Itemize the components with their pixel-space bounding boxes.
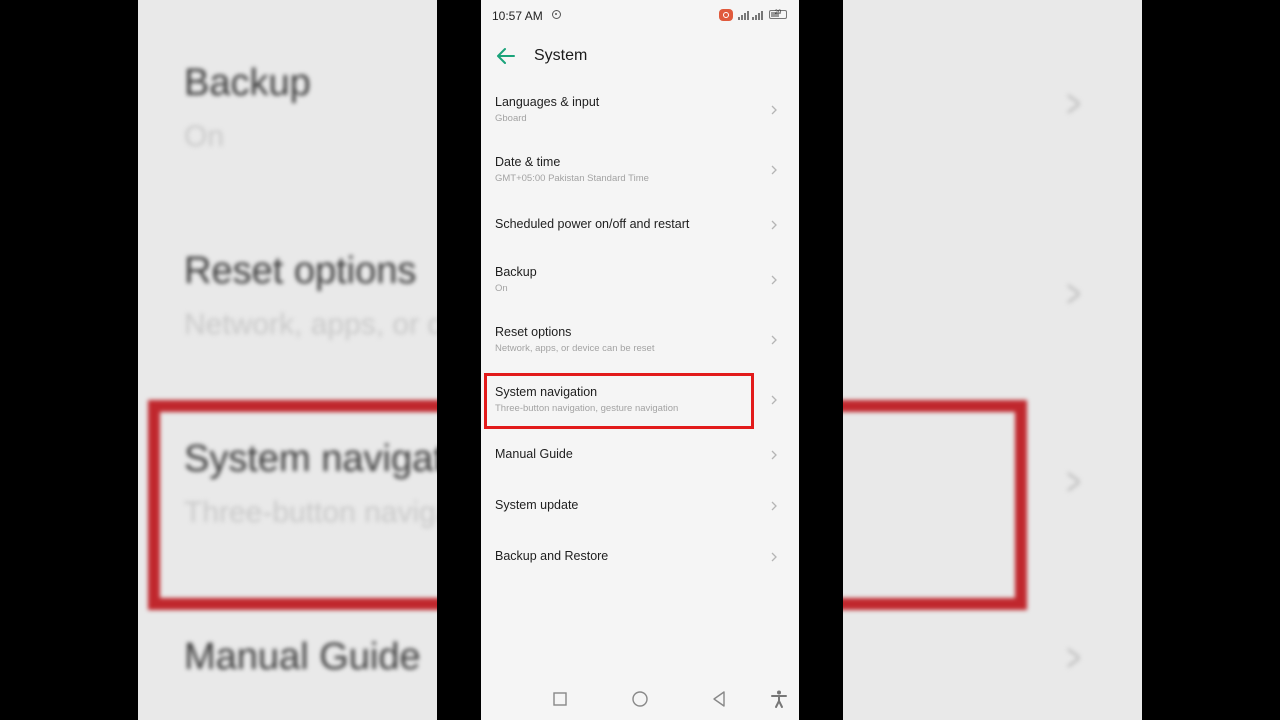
signal-icon <box>738 11 749 20</box>
status-bar: 10:57 AM 29 <box>481 0 799 30</box>
accessibility-icon[interactable] <box>768 688 790 710</box>
bg-backup-subtitle: On <box>184 120 225 153</box>
chevron-right-icon <box>769 333 779 345</box>
chevron-right-icon <box>769 448 779 460</box>
chevron-right-icon <box>769 218 779 230</box>
item-title: System update <box>495 498 579 512</box>
phone-screen: 10:57 AM 29 System Languages & input Gbo… <box>481 0 799 720</box>
item-subtitle: GMT+05:00 Pakistan Standard Time <box>495 173 649 184</box>
item-title: Languages & input <box>495 95 600 109</box>
bg-chevron-icon: > <box>1066 272 1081 316</box>
battery-level: 29 <box>774 10 782 16</box>
navigation-bar <box>481 680 799 720</box>
list-item-backup-restore[interactable]: Backup and Restore <box>481 538 799 574</box>
chevron-right-icon <box>769 103 779 115</box>
list-item-date-time[interactable]: Date & time GMT+05:00 Pakistan Standard … <box>481 146 799 196</box>
item-title: Backup <box>495 265 537 279</box>
bg-highlight-box-right <box>843 400 1027 610</box>
item-subtitle: Gboard <box>495 113 527 124</box>
status-time: 10:57 AM <box>492 9 543 23</box>
highlight-box <box>484 373 754 429</box>
bg-reset-subtitle: Network, apps, or device can be reset <box>184 308 437 341</box>
square-icon[interactable] <box>549 688 571 710</box>
circle-icon[interactable] <box>629 688 651 710</box>
bg-manual-title: Manual Guide <box>184 636 421 678</box>
item-title: Reset options <box>495 325 572 339</box>
screen-record-icon <box>719 9 733 21</box>
list-item-system-update[interactable]: System update <box>481 487 799 523</box>
item-title: Manual Guide <box>495 447 573 461</box>
bg-chevron-icon: > <box>1066 636 1081 680</box>
app-header: System <box>481 36 799 76</box>
item-subtitle: On <box>495 283 508 294</box>
page-title: System <box>534 47 588 64</box>
list-item-languages-input[interactable]: Languages & input Gboard <box>481 86 799 136</box>
bg-sysnav-subtitle: Three-button navigation, gesture navigat… <box>184 496 437 529</box>
background-zoom-right: > > > > <box>843 0 1142 720</box>
bg-chevron-icon: > <box>1066 82 1081 126</box>
arrow-left-icon[interactable] <box>494 45 518 67</box>
background-zoom-left: Backup On Reset options Network, apps, o… <box>138 0 437 720</box>
chevron-right-icon <box>769 273 779 285</box>
bg-reset-title: Reset options <box>184 250 417 292</box>
chevron-right-icon <box>769 393 779 405</box>
list-item-scheduled-power[interactable]: Scheduled power on/off and restart <box>481 206 799 242</box>
item-subtitle: Network, apps, or device can be reset <box>495 343 655 354</box>
bg-sysnav-title: System navigation <box>184 438 437 480</box>
item-title: Backup and Restore <box>495 549 609 563</box>
battery-icon: 29 <box>769 10 787 19</box>
chevron-right-icon <box>769 499 779 511</box>
list-item-backup[interactable]: Backup On <box>481 256 799 306</box>
item-title: Scheduled power on/off and restart <box>495 217 690 231</box>
location-icon <box>552 10 561 19</box>
list-item-reset-options[interactable]: Reset options Network, apps, or device c… <box>481 316 799 366</box>
triangle-back-icon[interactable] <box>708 688 730 710</box>
item-title: Date & time <box>495 155 561 169</box>
bg-chevron-icon: > <box>1066 460 1081 504</box>
signal-icon-2 <box>752 11 763 20</box>
list-item-manual-guide[interactable]: Manual Guide <box>481 436 799 472</box>
bg-backup-title: Backup <box>184 62 311 104</box>
chevron-right-icon <box>769 550 779 562</box>
chevron-right-icon <box>769 163 779 175</box>
